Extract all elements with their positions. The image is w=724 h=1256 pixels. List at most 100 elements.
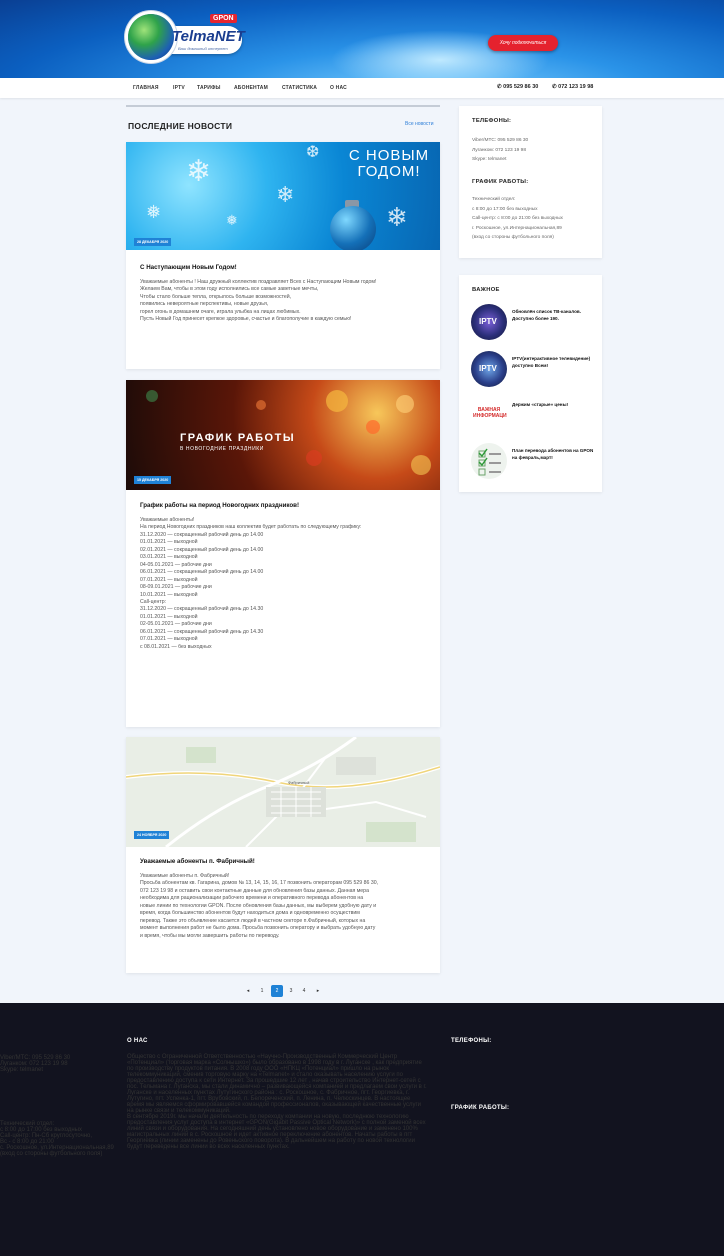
main-nav: ГЛАВНАЯ IPTV ТАРИФЫ АБОНЕНТАМ СТАТИСТИКА… [0, 78, 724, 98]
news-line: перевод. Также это объявление касается л… [140, 917, 366, 924]
news-image-schedule[interactable]: ГРАФИК РАБОТЫ В НОВОГОДНИЕ ПРАЗДНИКИ 15 … [126, 380, 440, 490]
nav-phone-2-text: 072 123 19 98 [558, 84, 594, 90]
nav-item-stats[interactable]: СТАТИСТИКА [282, 85, 317, 91]
news-line: 06.01.2021 — сокращенный рабочий день до… [140, 569, 264, 576]
sidebar-schedule-line: с 8:00 до 17:00 без выходных [472, 206, 538, 212]
footer-about-title: О НАС [127, 1038, 148, 1044]
sidebar-contacts: ТЕЛЕФОНЫ: Viber/МТС: 095 529 86 30 Луган… [459, 106, 602, 258]
pagination-page-3[interactable]: 3 [286, 985, 296, 997]
news-image-map[interactable]: Фабричный 24 НОЯБРЯ 2020 [126, 737, 440, 847]
important-item-text: IPTV(интерактивное телевидение) доступно… [512, 356, 591, 368]
all-news-link[interactable]: Все новости [405, 121, 434, 127]
news-line: 02.01.2021 — сокращенный рабочий день до… [140, 546, 264, 553]
bokeh-light [396, 395, 414, 413]
news-line: время, когда большинство абонентов будут… [140, 910, 360, 917]
pagination-prev[interactable]: ◂ [243, 985, 253, 997]
sidebar-schedule-line: (вход со стороны футбольного поля) [472, 235, 554, 241]
news-line: 31.12.2020 — сокращенный рабочий день до… [140, 606, 264, 613]
news-line: с 08.01.2021 — без выходных [140, 643, 212, 650]
news-line: 01.01.2021 — выходной [140, 613, 198, 620]
checklist-thumb-icon [471, 443, 507, 479]
logo[interactable]: TelmaNET GPON Ваш домашний интернет [126, 10, 245, 68]
news-date-badge: 15 ДЕКАБРЯ 2020 [134, 476, 172, 484]
snowflake-icon: ❄ [186, 155, 212, 188]
nav-item-about[interactable]: О НАС [330, 85, 347, 91]
bokeh-light [306, 450, 322, 466]
news-line: Уважаемые абоненты! [140, 517, 195, 523]
nav-phone-1-text: 095 529 86 30 [503, 84, 539, 90]
news-line: Пусть Новый Год принесет крепкое здоровь… [140, 316, 352, 323]
pagination-page-2[interactable]: 2 [271, 985, 283, 997]
important-item[interactable]: IPTV IPTV(интерактивное телевидение) дос… [471, 351, 597, 387]
nav-item-home[interactable]: ГЛАВНАЯ [133, 85, 159, 91]
sidebar-important-title: ВАЖНОЕ [472, 287, 500, 293]
bokeh-light [146, 390, 158, 402]
footer-schedule-title: ГРАФИК РАБОТЫ: [451, 1105, 510, 1111]
news-title[interactable]: С Наступающим Новым Годом! [140, 264, 237, 271]
news-body: Уважаемые абоненты п. Фабричный! Просьба… [140, 873, 432, 940]
news-line: 03.01.2021 — выходной [140, 554, 198, 561]
news-image-caption: С НОВЫМ ГОДОМ! [348, 147, 430, 180]
sidebar-schedule-line: г. Роскошное, ул.Интернациональная,89 [472, 225, 562, 231]
news-line: появились невероятные перспективы, новые… [140, 301, 269, 308]
important-item-text: План перевода абонентов на GPON на февра… [512, 448, 594, 460]
important-item[interactable]: IPTV Обновлён список ТВ-каналов. Доступн… [471, 304, 597, 340]
nav-item-subscribers[interactable]: АБОНЕНТАМ [234, 85, 268, 91]
nav-phone-2[interactable]: ✆ 072 123 19 98 [552, 84, 593, 90]
footer-phones: Viber/МТС: 095 529 86 30 Луганком: 072 1… [0, 1055, 150, 1095]
news-line: Желаем Вам, чтобы в этом году исполнилис… [140, 286, 319, 293]
snowflake-icon: ❅ [226, 212, 238, 228]
nav-phone-1[interactable]: ✆ 095 529 86 30 [497, 84, 538, 90]
nav-item-tariffs[interactable]: ТАРИФЫ [197, 85, 221, 91]
news-section-title: ПОСЛЕДНИЕ НОВОСТИ [128, 121, 233, 131]
footer-phone-line[interactable]: Skype: telmanet [0, 1067, 150, 1073]
map-graphic [126, 737, 440, 847]
connect-button[interactable]: Хочу подключиться [488, 35, 558, 51]
news-line: Просьба абонентам кв. Гагарина, домов № … [140, 880, 379, 887]
sidebar-schedule-line: Технический отдел: [472, 197, 516, 202]
footer-schedule-line: (вход со стороны футбольного поля) [0, 1151, 103, 1157]
news-line: 01.01.2021 — выходной [140, 539, 198, 546]
sidebar-schedule-line: Call-центр: с 8:00 до 21:00 без выходных [472, 216, 563, 222]
news-title[interactable]: Уважаемые абоненты п. Фабричный! [140, 858, 255, 865]
news-line: Уважаемые абоненты ! Наш дружный коллект… [140, 279, 377, 285]
important-item-text: Держим «старые» цены! [512, 402, 569, 407]
pagination-next[interactable]: ▸ [313, 985, 323, 997]
news-line: 02-05.01.2021 — рабочие дни [140, 621, 212, 628]
news-image-caption: ГРАФИК РАБОТЫ [180, 432, 296, 444]
snowflake-icon: ❄ [276, 182, 295, 207]
sidebar-phone-line[interactable]: Viber/МТС: 095 529 86 30 [472, 136, 528, 146]
sidebar-important: ВАЖНОЕ IPTV Обновлён список ТВ-каналов. … [459, 275, 602, 492]
news-card: ❄ ❄ ❅ ❆ ❄ ❅ С НОВЫМ ГОДОМ! 28 ДЕКАБРЯ 20… [126, 142, 440, 369]
checklist-icon [478, 448, 501, 476]
logo-slogan: Ваш домашний интернет [178, 46, 228, 51]
news-line: 08-09.01.2021 — рабочие дни [140, 584, 212, 591]
news-line: Уважаемые абоненты п. Фабричный! [140, 873, 230, 879]
header-banner: TelmaNET GPON Ваш домашний интернет Хочу… [0, 0, 724, 78]
bokeh-light [366, 420, 380, 434]
pagination-page-1[interactable]: 1 [257, 985, 267, 997]
news-body: Уважаемые абоненты ! Наш дружный коллект… [140, 279, 432, 324]
news-image-newyear[interactable]: ❄ ❄ ❅ ❆ ❄ ❅ С НОВЫМ ГОДОМ! 28 ДЕКАБРЯ 20… [126, 142, 440, 250]
news-line: 31.12.2020 — сокращенный рабочий день до… [140, 531, 264, 538]
iptv-thumb-icon: IPTV [471, 351, 507, 387]
important-item-text: Обновлён список ТВ-каналов. Доступно бол… [512, 309, 581, 321]
ornament-ball [330, 206, 376, 250]
news-body: Уважаемые абоненты! На период Новогодних… [140, 517, 432, 651]
sidebar-phone-line[interactable]: Луганком: 072 123 19 98 [472, 146, 528, 156]
news-line: 04-05.01.2021 — рабочие дни [140, 561, 212, 568]
nav-item-iptv[interactable]: IPTV [173, 85, 185, 91]
logo-name: TelmaNET [172, 28, 245, 45]
bokeh-light [411, 455, 431, 475]
news-line: 06.01.2021 — сокращенный рабочий день до… [140, 628, 264, 635]
bokeh-light [256, 400, 266, 410]
news-line: новые линии по технологии GPON. После об… [140, 902, 377, 909]
news-line: необходима для рационализации рабочего в… [140, 895, 364, 902]
news-line: 07.01.2021 — выходной [140, 576, 198, 583]
news-title[interactable]: График работы на период Новогодних празд… [140, 502, 299, 509]
pagination-page-4[interactable]: 4 [299, 985, 309, 997]
snowflake-icon: ❄ [386, 202, 408, 232]
important-item[interactable]: План перевода абонентов на GPON на февра… [471, 443, 597, 479]
sidebar-phone-line[interactable]: Skype: telmanet [472, 155, 528, 165]
important-item[interactable]: ВАЖНАЯ ИНФОРМАЦИЯ Держим «старые» цены! [471, 397, 597, 433]
